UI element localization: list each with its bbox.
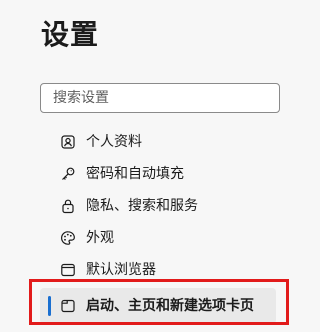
sidebar-item-profile[interactable]: 个人资料 (40, 126, 290, 158)
sidebar-item-privacy[interactable]: 隐私、搜索和服务 (40, 190, 290, 222)
search-box[interactable] (40, 83, 280, 113)
sidebar-item-label: 外观 (86, 230, 114, 246)
sidebar-item-passwords[interactable]: 密码和自动填充 (40, 158, 290, 190)
sidebar-item-label: 隐私、搜索和服务 (86, 198, 198, 214)
settings-page: 设置 个人资料 密码和自动填充 (0, 0, 314, 332)
sidebar-nav: 个人资料 密码和自动填充 隐私、搜索和服务 外观 默认浏览器 启动、主页和新建选… (40, 126, 290, 324)
sidebar-item-label: 默认浏览器 (86, 262, 156, 278)
sidebar-item-label: 密码和自动填充 (86, 166, 184, 182)
sidebar-item-startup-home-newtab[interactable]: 启动、主页和新建选项卡页 (40, 288, 276, 324)
profile-icon (60, 134, 76, 150)
lock-icon (60, 198, 76, 214)
sidebar-item-default-browser[interactable]: 默认浏览器 (40, 254, 290, 286)
page-title: 设置 (41, 18, 100, 51)
key-icon (60, 166, 76, 182)
palette-icon (60, 230, 76, 246)
active-indicator (48, 296, 51, 316)
sidebar-item-label: 个人资料 (86, 134, 142, 150)
search-input[interactable] (41, 84, 279, 112)
tab-page-icon (60, 298, 76, 314)
sidebar-item-label: 启动、主页和新建选项卡页 (86, 298, 254, 314)
sidebar-item-appearance[interactable]: 外观 (40, 222, 290, 254)
browser-window-icon (60, 262, 76, 278)
